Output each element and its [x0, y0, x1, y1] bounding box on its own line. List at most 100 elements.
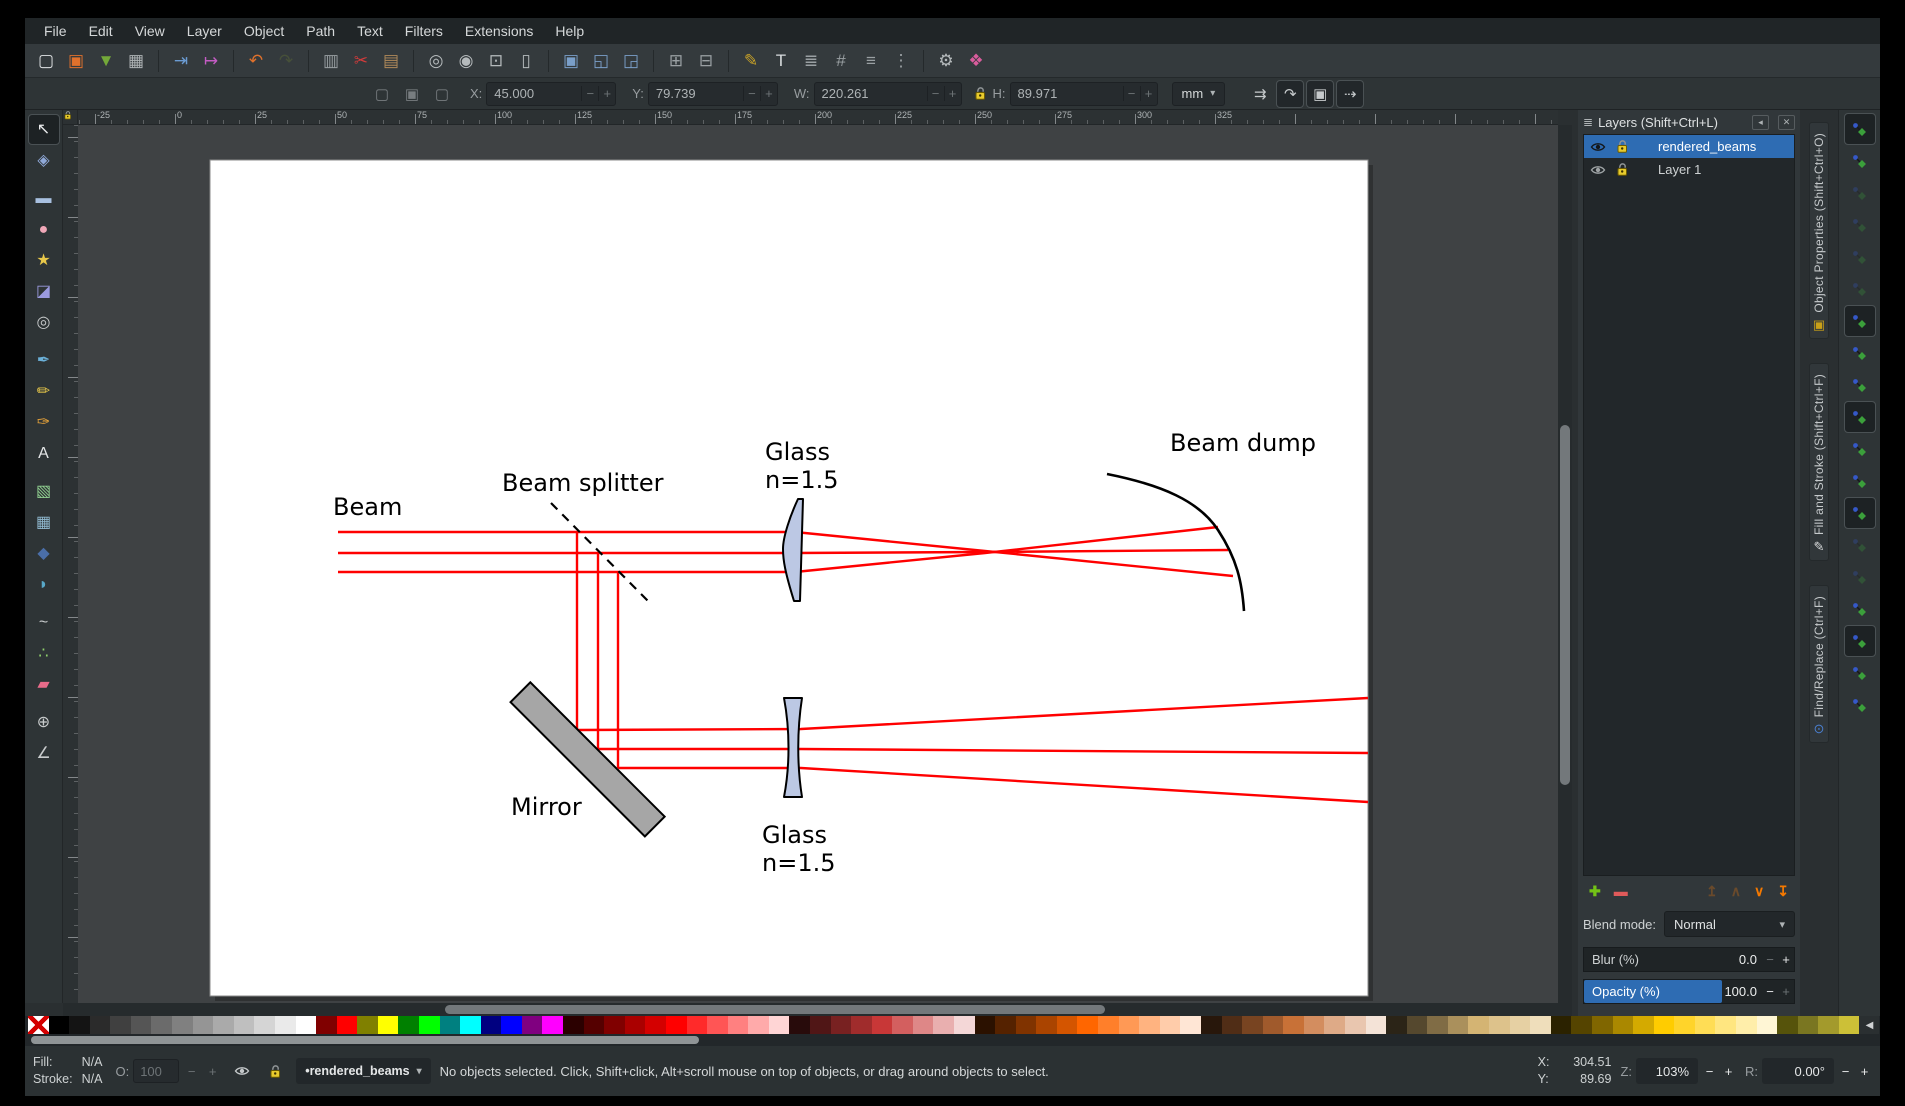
layers-dialog-titlebar[interactable]: ≣ Layers (Shift+Ctrl+L) ◂ ✕ — [1583, 110, 1795, 134]
palette-swatch[interactable] — [686, 1016, 708, 1034]
zoom-selection-button[interactable]: ◎ — [422, 47, 450, 75]
select-all-button[interactable]: ▢ — [370, 82, 394, 106]
group-button[interactable]: ⊞ — [662, 47, 690, 75]
palette-swatch[interactable] — [1550, 1016, 1572, 1034]
measure-tool-button[interactable]: ∠ — [29, 739, 59, 768]
glass-bottom-label-line1[interactable]: Glass — [762, 821, 827, 849]
x-field[interactable]: 45.000 − + — [486, 81, 617, 106]
lock-aspect-ratio-icon[interactable] — [974, 86, 987, 101]
eraser-tool-button[interactable]: ▰ — [29, 670, 59, 699]
spiral-tool-button[interactable]: ◎ — [29, 308, 59, 337]
palette-swatch[interactable] — [89, 1016, 111, 1034]
glass-bottom-label-line2[interactable]: n=1.5 — [762, 849, 836, 877]
palette-swatch[interactable] — [151, 1016, 173, 1034]
select-all-layers-button[interactable]: ▣ — [400, 82, 424, 106]
dock-tab-object-properties[interactable]: Object Properties (Shift+Ctrl+O) ▣ — [1809, 122, 1829, 339]
palette-swatch[interactable] — [1591, 1016, 1613, 1034]
palette-swatch[interactable] — [624, 1016, 646, 1034]
palette-swatch[interactable] — [892, 1016, 913, 1034]
lower-layer-button[interactable]: ∨ — [1754, 884, 1764, 898]
palette-swatch[interactable] — [1406, 1016, 1428, 1034]
menu-view[interactable]: View — [124, 18, 176, 44]
current-layer-dropdown[interactable]: •rendered_beams ▾ — [296, 1058, 431, 1084]
box3d-tool-button[interactable]: ◪ — [29, 277, 59, 306]
palette-swatch[interactable] — [1386, 1016, 1407, 1034]
palette-swatch[interactable] — [707, 1016, 728, 1034]
palette-swatch[interactable] — [1345, 1016, 1366, 1034]
ellipse-tool-button[interactable]: ● — [29, 215, 59, 244]
palette-swatch[interactable] — [768, 1016, 790, 1034]
zoom-page-width-button[interactable]: ▯ — [512, 47, 540, 75]
close-dialog-button[interactable]: ✕ — [1778, 114, 1795, 130]
snap-cusp-nodes-button[interactable] — [1843, 401, 1876, 433]
width-decrement-button[interactable]: − — [926, 86, 944, 101]
fill-stroke-indicator[interactable]: Fill: N/A Stroke: N/A — [33, 1054, 102, 1089]
snap-object-centers-button[interactable] — [1845, 530, 1875, 560]
duplicate-button[interactable]: ▣ — [557, 47, 585, 75]
raise-layer-button[interactable]: ∧ — [1731, 884, 1741, 898]
palette-swatch[interactable] — [460, 1016, 481, 1034]
palette-swatch[interactable] — [1489, 1016, 1510, 1034]
menu-help[interactable]: Help — [544, 18, 595, 44]
add-layer-button[interactable]: ✚ — [1589, 884, 1601, 898]
edit-redo-button[interactable]: ↷ — [272, 47, 300, 75]
snap-path-intersections-button[interactable] — [1845, 370, 1875, 400]
horizontal-scrollbar-thumb[interactable] — [445, 1005, 1105, 1014]
opacity-value[interactable]: 100.0 — [1722, 984, 1762, 999]
menu-layer[interactable]: Layer — [176, 18, 233, 44]
palette-swatch[interactable] — [1633, 1016, 1654, 1034]
palette-swatch[interactable] — [213, 1016, 234, 1034]
layer-visibility-icon[interactable] — [1588, 164, 1608, 176]
palette-swatch[interactable] — [1200, 1016, 1222, 1034]
palette-swatch[interactable] — [1365, 1016, 1387, 1034]
rotation-decrement[interactable]: − — [1838, 1064, 1853, 1079]
x-decrement-button[interactable]: − — [581, 86, 598, 101]
palette-swatch[interactable] — [1262, 1016, 1284, 1034]
selector-tool-button[interactable]: ↖ — [27, 114, 60, 145]
document-export-button[interactable]: ↦ — [197, 47, 225, 75]
layer-lock-icon[interactable] — [1612, 162, 1632, 177]
palette-swatch[interactable] — [1612, 1016, 1634, 1034]
beam-label[interactable]: Beam — [333, 493, 402, 521]
blur-slider-row[interactable]: Blur (%) 0.0 − + — [1583, 947, 1795, 972]
vertical-scrollbar-thumb[interactable] — [1560, 425, 1570, 785]
document-save-button[interactable]: ▼ — [92, 47, 120, 75]
palette-swatch[interactable] — [316, 1016, 337, 1034]
palette-swatch[interactable] — [665, 1016, 687, 1034]
rotation-increment[interactable]: + — [1857, 1064, 1872, 1079]
palette-swatch[interactable] — [1077, 1016, 1099, 1034]
edit-undo-button[interactable]: ↶ — [242, 47, 270, 75]
palette-swatch[interactable] — [1118, 1016, 1140, 1034]
unlink-clone-button[interactable]: ◲ — [617, 47, 645, 75]
rectangle-tool-button[interactable]: ▬ — [29, 184, 59, 213]
shade-dialog-button[interactable]: ◂ — [1752, 114, 1769, 130]
palette-swatch[interactable] — [1427, 1016, 1448, 1034]
palette-swatch[interactable] — [912, 1016, 934, 1034]
display-preferences-button[interactable]: ⚙ — [932, 47, 960, 75]
layer-to-top-button[interactable]: ↥ — [1706, 884, 1718, 898]
horizontal-scrollbar[interactable] — [63, 1003, 1572, 1016]
blur-decrement-button[interactable]: − — [1762, 952, 1778, 967]
palette-swatch[interactable] — [1036, 1016, 1057, 1034]
move-gradients-toggle-button[interactable]: ▣ — [1306, 79, 1335, 108]
palette-swatch[interactable] — [357, 1016, 378, 1034]
palette-swatch[interactable] — [501, 1016, 522, 1034]
menu-file[interactable]: File — [33, 18, 78, 44]
palette-swatch[interactable] — [1777, 1016, 1798, 1034]
edit-paste-button[interactable]: ▤ — [377, 47, 405, 75]
menu-text[interactable]: Text — [346, 18, 394, 44]
palette-swatch[interactable] — [542, 1016, 564, 1034]
rotation-field[interactable]: 0.00° — [1762, 1058, 1834, 1084]
palette-swatch[interactable] — [1242, 1016, 1263, 1034]
blend-mode-dropdown[interactable]: Normal ▾ — [1664, 911, 1795, 937]
open-layers-dialog-button[interactable]: ≣ — [797, 47, 825, 75]
height-field[interactable]: 89.971 − + — [1009, 81, 1158, 106]
palette-swatch[interactable] — [377, 1016, 399, 1034]
units-dropdown[interactable]: mm ▾ — [1171, 81, 1226, 106]
palette-scrollbar[interactable] — [25, 1034, 1880, 1046]
snap-page-border-button[interactable] — [1843, 625, 1876, 657]
opacity-slider-row[interactable]: Opacity (%) 100.0 − + — [1583, 979, 1795, 1004]
height-decrement-button[interactable]: − — [1122, 86, 1140, 101]
snap-bbox-centers-button[interactable] — [1845, 274, 1875, 304]
edit-copy-button[interactable]: ▥ — [317, 47, 345, 75]
